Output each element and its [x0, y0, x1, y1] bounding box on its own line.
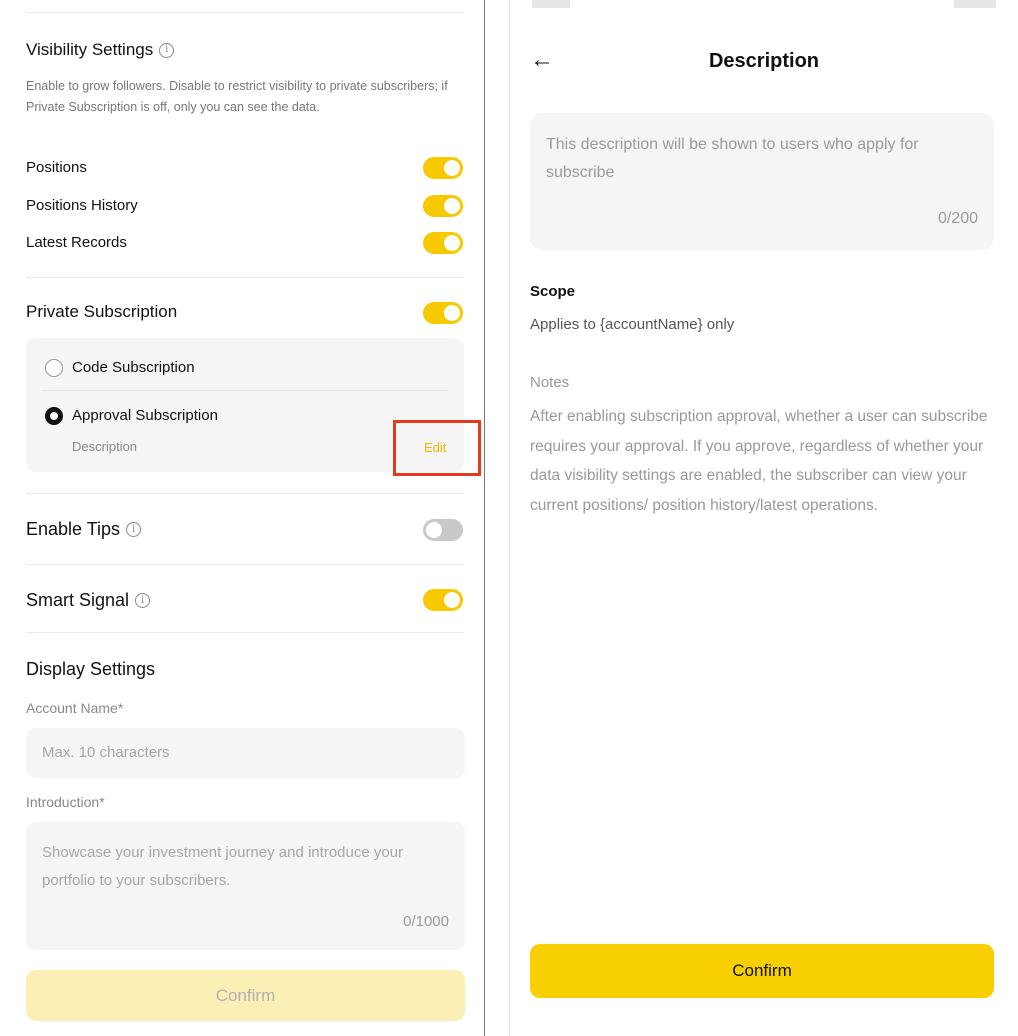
status-bar-remnant — [954, 0, 996, 8]
scope-value: Applies to {accountName} only — [530, 316, 735, 333]
positions-history-label: Positions History — [26, 197, 138, 214]
enable-tips-row: Enable Tips i — [26, 519, 142, 540]
visibility-settings-description: Enable to grow followers. Disable to res… — [26, 79, 448, 114]
introduction-counter: 0/1000 — [403, 913, 449, 930]
code-subscription-label[interactable]: Code Subscription — [72, 359, 195, 376]
page-title: Description — [708, 50, 820, 72]
visibility-settings-title: Visibility Settings — [26, 40, 154, 59]
introduction-placeholder: Showcase your investment journey and int… — [42, 844, 404, 889]
positions-label: Positions — [26, 159, 87, 176]
smart-signal-row: Smart Signal i — [26, 590, 151, 611]
divider — [26, 632, 464, 633]
scope-label: Scope — [530, 283, 576, 300]
account-name-label: Account Name* — [26, 700, 124, 716]
divider — [26, 277, 464, 278]
smart-signal-toggle[interactable] — [423, 589, 463, 611]
confirm-button-disabled[interactable]: Confirm — [26, 970, 465, 1021]
approval-subscription-radio[interactable] — [45, 407, 63, 425]
account-name-input[interactable]: Max. 10 characters — [26, 728, 465, 778]
private-subscription-toggle[interactable] — [423, 302, 463, 324]
latest-records-label: Latest Records — [26, 234, 127, 251]
status-bar-remnant — [532, 0, 570, 8]
display-settings-title: Display Settings — [26, 659, 156, 679]
notes-text: After enabling subscription approval, wh… — [530, 408, 988, 514]
account-name-placeholder: Max. 10 characters — [42, 744, 170, 761]
info-icon[interactable]: i — [126, 522, 142, 537]
subscription-settings-panel: Visibility Settings i Enable to grow fol… — [10, 0, 484, 1036]
panel-divider — [42, 390, 448, 391]
description-textarea[interactable]: This description will be shown to users … — [530, 113, 994, 250]
visibility-settings-heading: Visibility Settings i — [26, 40, 175, 60]
confirm-button[interactable]: Confirm — [530, 944, 994, 998]
info-icon[interactable]: i — [135, 593, 151, 608]
divider — [26, 493, 464, 494]
enable-tips-label: Enable Tips — [26, 519, 121, 539]
description-editor-panel: ← Description This description will be s… — [510, 0, 1018, 1036]
enable-tips-toggle[interactable] — [423, 519, 463, 541]
description-counter: 0/200 — [937, 210, 978, 227]
code-subscription-radio[interactable] — [45, 359, 63, 377]
latest-records-toggle[interactable] — [423, 232, 463, 254]
description-placeholder: This description will be shown to users … — [546, 136, 919, 181]
introduction-label: Introduction* — [26, 794, 105, 810]
edit-description-link[interactable]: Edit — [424, 440, 446, 455]
notes-label: Notes — [530, 374, 570, 391]
info-icon[interactable]: i — [159, 42, 175, 58]
approval-description-label: Description — [72, 439, 138, 454]
private-subscription-label: Private Subscription — [26, 302, 178, 321]
divider — [26, 564, 464, 565]
column-divider-left — [484, 0, 485, 1036]
positions-toggle[interactable] — [423, 157, 463, 179]
approval-subscription-label[interactable]: Approval Subscription — [72, 407, 218, 424]
top-divider — [26, 12, 464, 13]
positions-history-toggle[interactable] — [423, 195, 463, 217]
introduction-input[interactable]: Showcase your investment journey and int… — [26, 822, 465, 950]
smart-signal-label: Smart Signal — [26, 590, 130, 610]
